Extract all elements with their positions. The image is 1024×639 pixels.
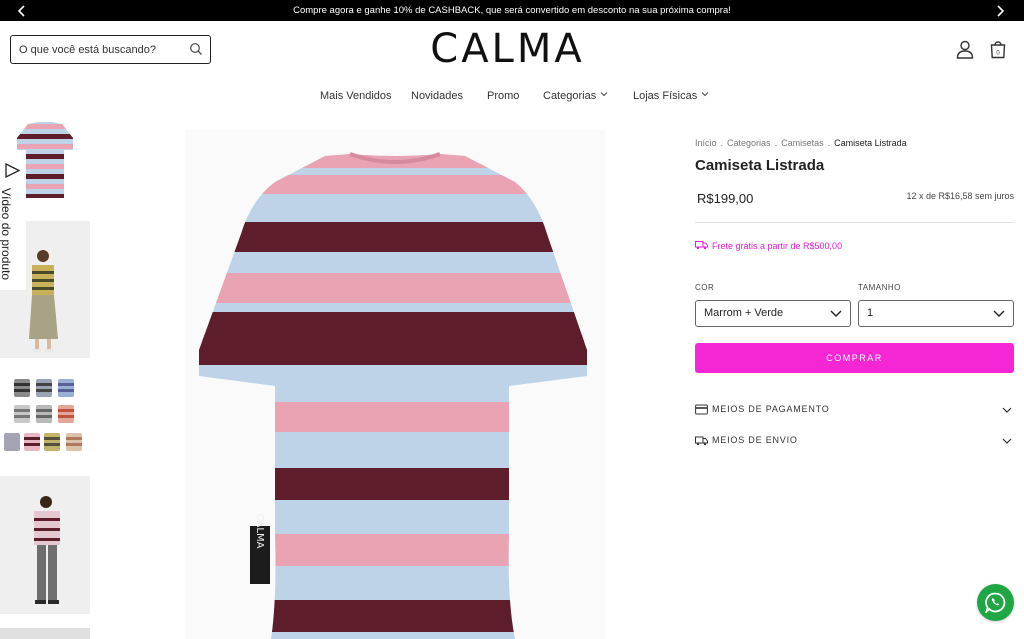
- thumbnail-3[interactable]: [0, 373, 90, 461]
- chevron-right-icon[interactable]: [993, 4, 1007, 18]
- striped-tshirt-image: CALMA: [199, 152, 587, 639]
- main-nav: Mais Vendidos Novidades Promo Categorias…: [0, 90, 1024, 106]
- nav-item-mais-vendidos[interactable]: Mais Vendidos: [320, 90, 392, 102]
- breadcrumb: Início. Categorias. Camisetas. Camiseta Lis…: [695, 138, 907, 148]
- search-input[interactable]: [19, 36, 184, 63]
- chevron-down-icon: [701, 92, 709, 97]
- breadcrumb-current: Camiseta Listrada: [834, 138, 907, 148]
- search-box: [10, 35, 211, 64]
- product-video-tab[interactable]: Vídeo do produto: [0, 155, 26, 290]
- size-select[interactable]: 1: [858, 300, 1014, 327]
- chevron-down-icon: [1002, 407, 1012, 413]
- installments-text: 12 x de R$16,58 sem juros: [906, 191, 1014, 201]
- color-select[interactable]: Marrom + Verde: [695, 300, 851, 327]
- breadcrumb-link-camisetas[interactable]: Camisetas: [781, 138, 824, 148]
- main-product-image[interactable]: CALMA: [185, 130, 605, 639]
- truck-icon: [695, 241, 708, 250]
- buy-button[interactable]: COMPRAR: [695, 343, 1014, 373]
- model-photo-thumbnail-image: [34, 496, 60, 604]
- chevron-down-icon: [600, 92, 608, 97]
- color-label: COR: [695, 283, 715, 292]
- chevron-down-icon: [1002, 438, 1012, 444]
- color-select-value: Marrom + Verde: [704, 307, 784, 319]
- announcement-text: Compre agora e ganhe 10% de CASHBACK, qu…: [293, 5, 731, 16]
- whatsapp-icon: [985, 592, 1006, 613]
- payment-methods-label: MEIOS DE PAGAMENTO: [712, 404, 830, 414]
- nav-item-novidades[interactable]: Novidades: [411, 90, 463, 102]
- announcement-bar: Compre agora e ganhe 10% de CASHBACK, qu…: [0, 0, 1024, 21]
- chevron-down-icon: [830, 310, 842, 317]
- product-title: Camiseta Listrada: [695, 157, 825, 174]
- size-label: TAMANHO: [858, 283, 901, 292]
- free-shipping-note: Frete grátis a partir de R$500,00: [695, 240, 842, 251]
- thumbnail-4[interactable]: [0, 476, 90, 614]
- divider: [695, 222, 1014, 223]
- shipping-methods-accordion[interactable]: MEIOS DE ENVIO: [695, 434, 1014, 450]
- chevron-down-icon: [993, 310, 1005, 317]
- play-icon: [5, 162, 21, 179]
- breadcrumb-link-categorias[interactable]: Categorias: [727, 138, 771, 148]
- credit-card-icon: [695, 404, 708, 415]
- breadcrumb-link-inicio[interactable]: Início: [695, 138, 717, 148]
- whatsapp-button[interactable]: [977, 584, 1014, 621]
- color-variants-thumbnail-image: [4, 379, 82, 451]
- size-select-value: 1: [867, 307, 874, 319]
- user-icon[interactable]: [955, 39, 975, 59]
- shipping-methods-label: MEIOS DE ENVIO: [712, 435, 798, 445]
- payment-methods-accordion[interactable]: MEIOS DE PAGAMENTO: [695, 403, 1014, 419]
- truck-icon: [695, 436, 708, 446]
- svg-text:0: 0: [996, 51, 1000, 57]
- garment-tag-text: CALMA: [254, 514, 265, 549]
- nav-item-categorias[interactable]: Categorias: [543, 90, 608, 102]
- search-icon[interactable]: [189, 42, 203, 56]
- video-label: Vídeo do produto: [0, 188, 13, 281]
- shopping-bag-icon[interactable]: 0: [988, 39, 1008, 59]
- product-price: R$199,00: [697, 191, 754, 206]
- brand-logo[interactable]: CALMA: [405, 26, 610, 72]
- thumbnail-5[interactable]: [0, 628, 90, 639]
- nav-item-promo[interactable]: Promo: [487, 90, 519, 102]
- nav-item-lojas-fisicas[interactable]: Lojas Físicas: [633, 90, 709, 102]
